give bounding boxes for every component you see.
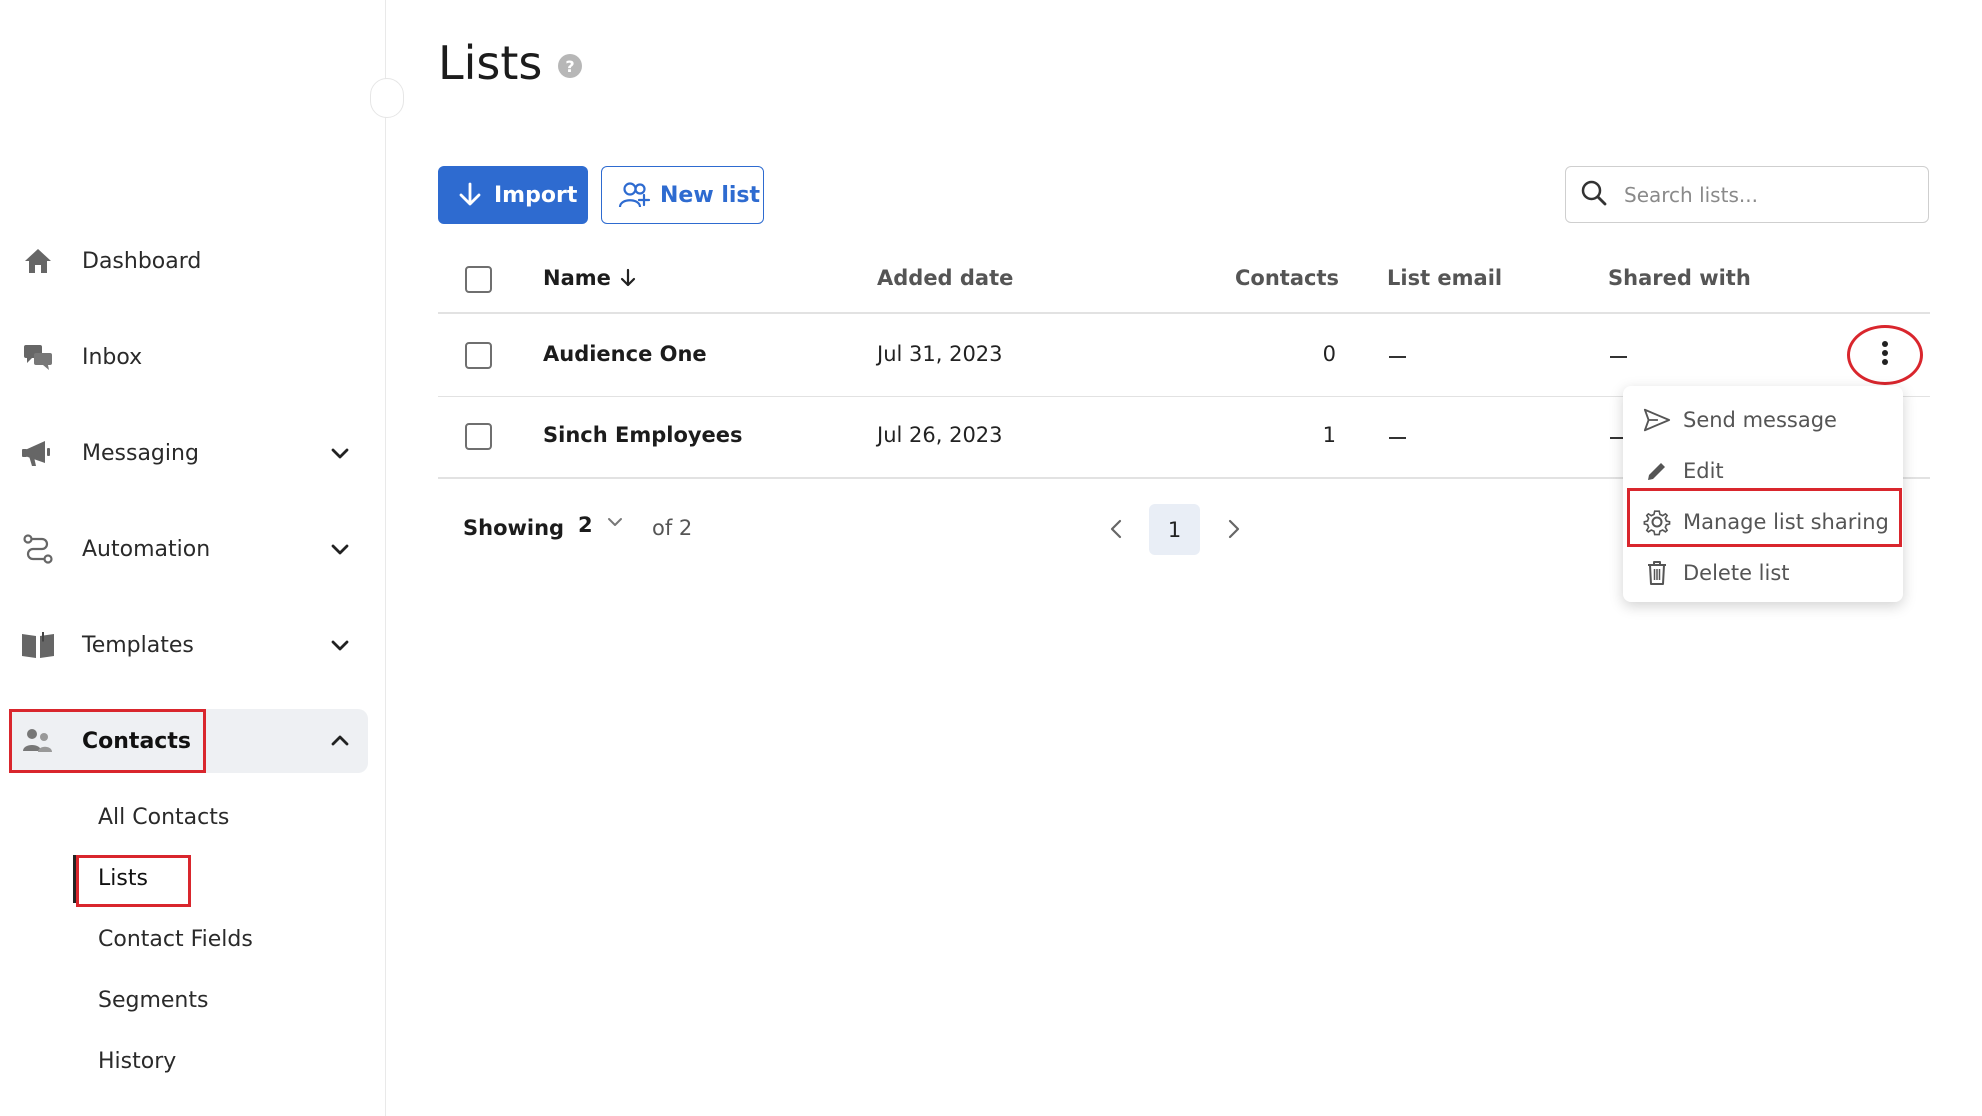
book-icon: [18, 625, 58, 665]
sidebar-item-label: Inbox: [82, 344, 143, 370]
search-input[interactable]: [1624, 182, 1914, 207]
sidebar: Dashboard Inbox Messaging Automation Tem…: [0, 0, 404, 1116]
chevron-right-icon: [1226, 518, 1242, 544]
chevron-down-icon: [328, 633, 352, 657]
table-header-divider: [438, 312, 1930, 314]
more-vertical-icon: [1881, 340, 1889, 370]
row-added-date: Jul 31, 2023: [877, 342, 1003, 366]
sidebar-subitem-segments[interactable]: Segments: [98, 988, 208, 1013]
arrow-down-icon: [458, 182, 482, 208]
megaphone-icon: [18, 433, 58, 473]
sidebar-item-label: Contacts: [82, 728, 191, 754]
menu-item-label: Send message: [1683, 408, 1837, 432]
menu-item-label: Delete list: [1683, 561, 1790, 585]
column-header-name[interactable]: Name: [543, 266, 637, 290]
import-button-label: Import: [494, 182, 578, 208]
gear-icon: [1643, 508, 1671, 536]
row-list-name[interactable]: Audience One: [543, 342, 707, 366]
chat-bubbles-icon: [18, 337, 58, 377]
sidebar-item-label: Automation: [82, 536, 211, 562]
row-contacts-count: 1: [1322, 423, 1336, 447]
sort-arrow-down-icon: [619, 268, 637, 288]
new-list-button-label: New list: [660, 182, 761, 208]
chevron-up-icon: [328, 729, 352, 753]
import-button[interactable]: Import: [438, 166, 588, 224]
menu-item-edit[interactable]: Edit: [1643, 449, 1893, 493]
sidebar-subitem-lists[interactable]: Lists: [98, 866, 148, 891]
sidebar-subitem-all-contacts[interactable]: All Contacts: [98, 805, 229, 830]
pencil-icon: [1643, 457, 1671, 485]
page-size-value: 2: [578, 512, 593, 537]
row-list-name[interactable]: Sinch Employees: [543, 423, 743, 447]
chevron-left-icon: [1108, 518, 1124, 544]
search-box[interactable]: [1565, 166, 1929, 223]
sidebar-item-inbox[interactable]: Inbox: [10, 325, 368, 389]
menu-item-label: Edit: [1683, 459, 1724, 483]
sidebar-item-automation[interactable]: Automation: [10, 517, 368, 581]
sidebar-item-dashboard[interactable]: Dashboard: [10, 229, 368, 293]
row-list-email-empty: [1389, 356, 1406, 358]
sidebar-item-templates[interactable]: Templates: [10, 613, 368, 677]
add-users-icon: [618, 181, 652, 209]
select-all-checkbox[interactable]: [465, 266, 492, 293]
menu-item-manage-list-sharing[interactable]: Manage list sharing: [1643, 500, 1893, 544]
row-actions-button[interactable]: [1847, 325, 1923, 385]
send-icon: [1643, 406, 1671, 434]
row-shared-with-empty: [1610, 356, 1627, 358]
previous-page-button[interactable]: [1101, 516, 1131, 546]
contacts-icon: [18, 721, 58, 761]
row-contacts-count: 0: [1322, 342, 1336, 366]
sidebar-item-contacts[interactable]: Contacts: [10, 709, 368, 773]
sidebar-item-messaging[interactable]: Messaging: [10, 421, 368, 485]
menu-item-label: Manage list sharing: [1683, 510, 1889, 534]
chevron-down-icon: [328, 537, 352, 561]
sidebar-item-label: Dashboard: [82, 248, 202, 274]
chevron-down-icon: [328, 441, 352, 465]
row-checkbox[interactable]: [465, 423, 492, 450]
row-list-email-empty: [1389, 437, 1406, 439]
active-item-marker: [73, 855, 77, 903]
sidebar-collapse-handle[interactable]: [370, 78, 404, 118]
sidebar-subitem-contact-fields[interactable]: Contact Fields: [98, 927, 253, 952]
new-list-button[interactable]: New list: [601, 166, 764, 224]
sidebar-subitem-history[interactable]: History: [98, 1049, 176, 1074]
column-header-shared-with[interactable]: Shared with: [1608, 266, 1751, 290]
menu-item-send-message[interactable]: Send message: [1643, 398, 1893, 442]
trash-icon: [1643, 559, 1671, 587]
sidebar-item-label: Messaging: [82, 440, 199, 466]
showing-label: Showing: [463, 516, 565, 540]
row-actions-menu: Send message Edit Manage list sharing De…: [1623, 386, 1903, 602]
help-icon[interactable]: ?: [558, 54, 582, 78]
next-page-button[interactable]: [1219, 516, 1249, 546]
page-title: Lists: [438, 36, 543, 90]
row-checkbox[interactable]: [465, 342, 492, 369]
column-header-added-date[interactable]: Added date: [877, 266, 1013, 290]
column-header-contacts[interactable]: Contacts: [1235, 266, 1339, 290]
total-count: of 2: [652, 516, 693, 540]
search-icon: [1580, 179, 1608, 211]
row-added-date: Jul 26, 2023: [877, 423, 1003, 447]
page-size-select[interactable]: 2: [578, 512, 637, 537]
sidebar-item-label: Templates: [82, 632, 194, 658]
column-header-name-label: Name: [543, 266, 611, 290]
menu-item-delete-list[interactable]: Delete list: [1643, 551, 1893, 595]
column-header-list-email[interactable]: List email: [1387, 266, 1502, 290]
home-icon: [18, 241, 58, 281]
route-icon: [18, 529, 58, 569]
chevron-down-icon: [605, 512, 625, 537]
current-page-button[interactable]: 1: [1149, 504, 1200, 555]
